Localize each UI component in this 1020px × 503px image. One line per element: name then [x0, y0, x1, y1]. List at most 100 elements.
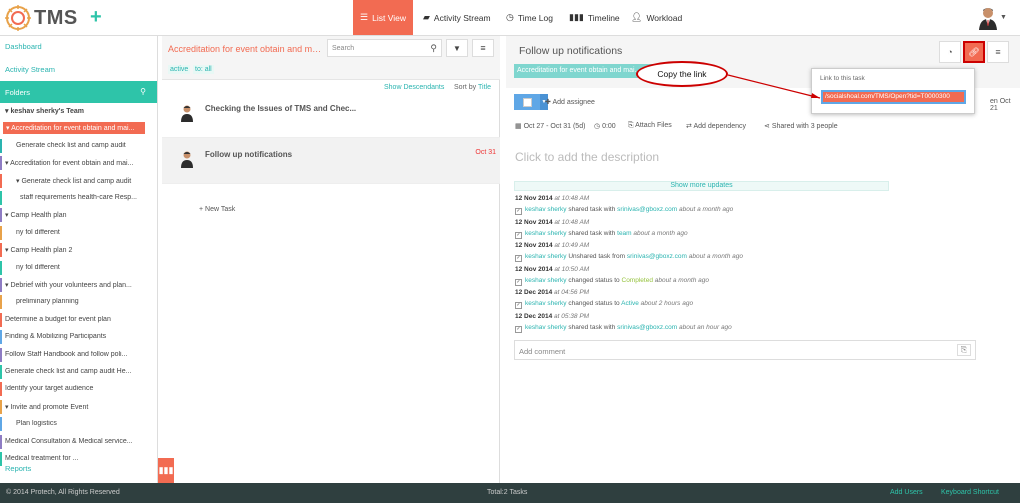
menu-icon: ≡	[480, 43, 486, 53]
activity-target[interactable]: Completed	[622, 277, 653, 284]
folder-tree-item[interactable]: ▾ Debrief with your volunteers and plan.…	[5, 281, 150, 289]
sidebar-item-dashboard[interactable]: Dashboard	[5, 42, 42, 51]
sidebar-item-reports[interactable]: Reports	[5, 464, 31, 473]
folder-color-bar	[0, 225, 2, 240]
folder-tree-item-label: Camp Health plan 2	[10, 247, 73, 255]
folder-color-bar	[0, 295, 2, 310]
activity-target[interactable]: srinivas@gboxz.com	[627, 253, 687, 260]
folder-tree-item[interactable]: Plan logistics	[16, 420, 150, 427]
paperclip-icon[interactable]: ⎘	[957, 344, 971, 356]
attach-files-button[interactable]: ⎘ Attach Files	[628, 122, 672, 130]
add-assignee-button[interactable]: ✚ Add assignee	[545, 98, 595, 106]
tab-activity-stream[interactable]: ▰ Activity Stream	[423, 0, 491, 35]
search-input[interactable]: Search ⚲	[327, 39, 442, 57]
folder-tree-item[interactable]: ▾ Camp Health plan 2	[5, 246, 150, 254]
checkbox-icon	[522, 97, 532, 107]
folder-tree-item[interactable]: Finding & Mobilizing Participants	[5, 333, 150, 340]
search-placeholder: Search	[332, 45, 355, 52]
link-popup: Link to this task /socialshoal.com/TMS/O…	[811, 68, 975, 114]
time-tracker-button[interactable]: ◷ 0:00	[594, 122, 616, 130]
activity-action: changed status to	[568, 276, 620, 284]
activity-action: shared task with	[568, 324, 616, 331]
folder-tree-item[interactable]: Follow Staff Handbook and follow poli...	[5, 351, 150, 358]
filter-button[interactable]: ▼	[446, 39, 468, 57]
activity-target[interactable]: srinivas@gboxz.com	[617, 206, 677, 213]
folder-tree-item[interactable]: ny fol different	[16, 264, 150, 271]
link-button[interactable]: 🔗︎	[963, 41, 985, 63]
tab-timeline[interactable]: ▮▮▮ Timeline	[569, 0, 620, 35]
activity-target[interactable]: srinivas@gboxz.com	[617, 324, 677, 331]
folder-tree-item[interactable]: ny fol different	[16, 229, 150, 236]
folder-tree-item[interactable]: ▾ Generate check list and camp audit	[16, 177, 150, 185]
status-checkbox[interactable]	[514, 94, 540, 110]
avatar[interactable]	[978, 6, 998, 30]
tab-workload[interactable]: 👤︎ Workload	[631, 0, 682, 35]
folder-tree-item[interactable]: Generate check list and camp audit	[16, 142, 150, 149]
tab-time-log[interactable]: ◷ Time Log	[506, 0, 553, 35]
folder-tree-item[interactable]: ▾ Camp Health plan	[5, 211, 150, 219]
activity-user[interactable]: keshav sherky	[525, 230, 567, 237]
comment-input[interactable]: Add comment ⎘	[514, 340, 976, 360]
folder-tree-item[interactable]: preliminary planning	[16, 298, 150, 305]
activity-target[interactable]: Active	[621, 300, 639, 307]
sidebar-item-activity-stream[interactable]: Activity Stream	[5, 65, 55, 74]
activity-ago: about a month ago	[688, 253, 743, 261]
description-placeholder[interactable]: Click to add the description	[515, 150, 659, 164]
folder-tree-item[interactable]: staff requirements health-care Resp...	[20, 194, 150, 201]
activity-date: 12 Dec 2014 at 05:38 PM	[515, 313, 589, 320]
folder-tree-item[interactable]: Identify your target audience	[5, 385, 150, 392]
folder-tree-item[interactable]: Determine a budget for event plan	[5, 316, 150, 323]
date-range-button[interactable]: ▦ Oct 27 - Oct 31 (5d)	[515, 122, 585, 130]
folder-tree-item[interactable]: ▾ Accreditation for event obtain and mai…	[3, 122, 145, 135]
show-more-updates-button[interactable]: Show more updates	[514, 181, 889, 191]
folder-color-bar	[0, 156, 2, 171]
activity-user[interactable]: keshav sherky	[525, 277, 567, 284]
task-detail-title[interactable]: Follow up notifications	[519, 45, 622, 57]
folder-color-bar	[0, 382, 2, 397]
sort-control[interactable]: Sort by Title	[454, 84, 491, 91]
rss-button[interactable]: ◔	[939, 41, 961, 63]
activity-user[interactable]: keshav sherky	[525, 206, 567, 213]
show-descendants-link[interactable]: Show Descendants	[384, 84, 444, 91]
task-row[interactable]: Follow up notifications Oct 31	[162, 138, 500, 184]
tab-timeline-label: Timeline	[587, 12, 620, 23]
shared-with-button[interactable]: ⋖ Shared with 3 people	[764, 122, 838, 130]
folder-color-bar	[0, 138, 2, 153]
activity-user[interactable]: keshav sherky	[525, 300, 567, 307]
tab-list-view[interactable]: ☰ List View	[353, 0, 413, 35]
folder-tree-item-label: keshav sherky's Team	[10, 108, 84, 115]
activity-time: at 04:56 PM	[554, 289, 590, 297]
activity-ago: about 2 hours ago	[640, 300, 694, 308]
chevron-down-icon[interactable]: ▼	[1000, 14, 1007, 21]
search-icon[interactable]: ⚲	[430, 43, 437, 54]
folder-tree-item[interactable]: Generate check list and camp audit He...	[5, 368, 150, 375]
link-popup-label: Link to this task	[820, 75, 865, 82]
app-logo[interactable]: TMS	[4, 4, 78, 32]
filter-tag-to[interactable]: to: all	[193, 65, 214, 74]
folder-tree-item[interactable]: ▾ Invite and promote Event	[5, 403, 150, 411]
folder-tree-item[interactable]: ▾ keshav sherky's Team	[5, 107, 150, 115]
chat-icon: ▰	[423, 12, 430, 22]
menu-button[interactable]: ≡	[472, 39, 494, 57]
task-row[interactable]: Checking the Issues of TMS and Chec...	[162, 92, 500, 138]
activity-item: ✓ keshav sherky shared task with team abo…	[515, 230, 688, 239]
filter-tag-active[interactable]: active	[168, 65, 191, 74]
activity-date-text: 12 Dec 2014	[515, 289, 553, 297]
activity-target[interactable]: team	[617, 230, 631, 237]
folder-tree-item[interactable]: Medical Consultation & Medical service..…	[5, 438, 150, 445]
folder-tree-item-label: Identify your target audience	[5, 385, 94, 393]
plus-icon[interactable]: +	[90, 7, 102, 27]
search-icon[interactable]: ⚲	[140, 87, 146, 96]
add-users-link[interactable]: Add Users	[890, 489, 923, 496]
new-task-button[interactable]: + New Task	[199, 206, 235, 213]
activity-user[interactable]: keshav sherky	[525, 324, 567, 331]
logo-icon	[5, 5, 31, 31]
sort-field[interactable]: Title	[478, 84, 491, 91]
keyboard-shortcut-link[interactable]: Keyboard Shortcut	[941, 489, 999, 496]
activity-user[interactable]: keshav sherky	[525, 253, 567, 260]
folder-tree-item[interactable]: Medical treatment for ...	[5, 455, 150, 462]
detail-menu-button[interactable]: ≡	[987, 41, 1009, 63]
folder-tree-item[interactable]: ▾ Accreditation for event obtain and mai…	[5, 159, 150, 167]
task-link-field[interactable]: /socialshoal.com/TMS/Open?tid=T0000300	[821, 90, 966, 104]
add-dependency-button[interactable]: ⇄ Add dependency	[686, 122, 746, 130]
